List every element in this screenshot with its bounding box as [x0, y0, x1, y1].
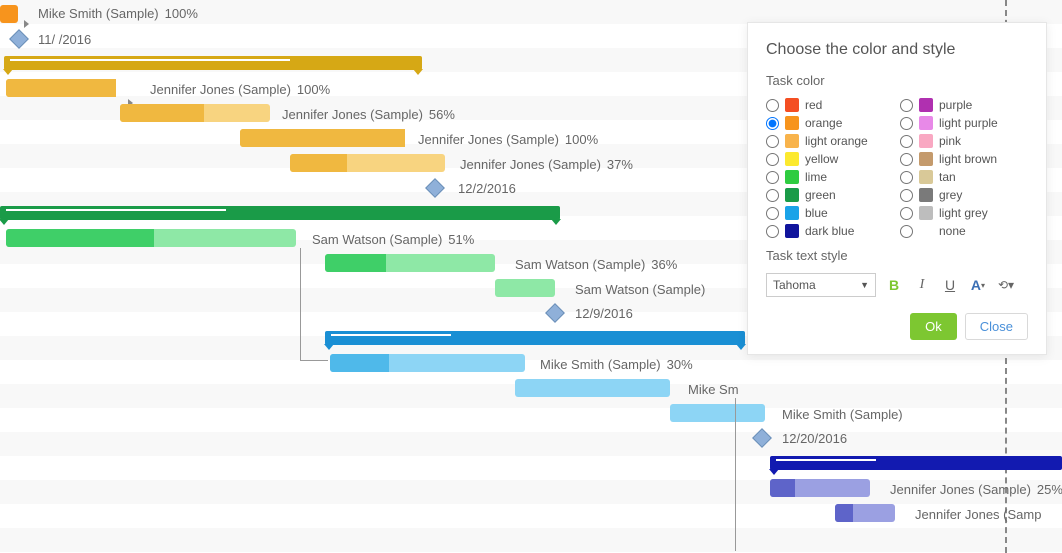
- task-color-label: Task color: [766, 73, 1028, 88]
- color-grid: red purple orange light purple light ora…: [766, 98, 1028, 238]
- milestone-date: 12/2/2016: [458, 181, 516, 196]
- task-bar[interactable]: [290, 154, 445, 172]
- color-option-none[interactable]: none: [900, 224, 1028, 238]
- summary-bar[interactable]: [325, 331, 745, 345]
- task-bar[interactable]: [6, 79, 116, 97]
- color-style-panel: Choose the color and style Task color re…: [747, 22, 1047, 355]
- italic-button[interactable]: I: [912, 275, 932, 295]
- text-style-row: Tahoma▼ B I U A▾ ⟲▾: [766, 273, 1028, 297]
- color-option-light-purple[interactable]: light purple: [900, 116, 1028, 130]
- color-option-purple[interactable]: purple: [900, 98, 1028, 112]
- underline-button[interactable]: U: [940, 275, 960, 295]
- task-label: Jennifer Jones (Sample)100%: [150, 82, 330, 97]
- milestone-date: 11/ /2016: [38, 32, 91, 47]
- task-label: Jennifer Jones (Sample)25%: [890, 482, 1062, 497]
- color-option-light-orange[interactable]: light orange: [766, 134, 894, 148]
- task-bar[interactable]: [515, 379, 670, 397]
- color-option-green[interactable]: green: [766, 188, 894, 202]
- task-label: Mike Sm: [688, 382, 739, 397]
- task-bar[interactable]: [835, 504, 895, 522]
- summary-bar[interactable]: [770, 456, 1062, 470]
- close-button[interactable]: Close: [965, 313, 1028, 340]
- task-bar[interactable]: [670, 404, 765, 422]
- task-bar[interactable]: [0, 5, 18, 23]
- color-option-grey[interactable]: grey: [900, 188, 1028, 202]
- task-label: Sam Watson (Sample): [575, 282, 705, 297]
- milestone-marker[interactable]: [9, 29, 29, 49]
- task-text-style-label: Task text style: [766, 248, 1028, 263]
- milestone-marker[interactable]: [752, 428, 772, 448]
- panel-title: Choose the color and style: [766, 41, 1028, 59]
- task-bar[interactable]: [770, 479, 870, 497]
- task-label: Mike Smith (Sample)30%: [540, 357, 693, 372]
- task-bar[interactable]: [240, 129, 405, 147]
- task-label: Jennifer Jones (Samp: [915, 507, 1041, 522]
- summary-bar[interactable]: [0, 206, 560, 220]
- clear-format-button[interactable]: ⟲▾: [996, 275, 1016, 295]
- task-label: Jennifer Jones (Sample)100%: [418, 132, 598, 147]
- task-bar[interactable]: [330, 354, 525, 372]
- milestone-marker[interactable]: [425, 178, 445, 198]
- task-bar[interactable]: [325, 254, 495, 272]
- task-label: Sam Watson (Sample)51%: [312, 232, 474, 247]
- task-label: Jennifer Jones (Sample)56%: [282, 107, 455, 122]
- panel-buttons: Ok Close: [766, 313, 1028, 340]
- task-label: Sam Watson (Sample)36%: [515, 257, 677, 272]
- color-option-dark-blue[interactable]: dark blue: [766, 224, 894, 238]
- chevron-down-icon: ▼: [860, 280, 869, 290]
- color-option-light-grey[interactable]: light grey: [900, 206, 1028, 220]
- color-option-light-brown[interactable]: light brown: [900, 152, 1028, 166]
- color-option-red[interactable]: red: [766, 98, 894, 112]
- color-option-tan[interactable]: tan: [900, 170, 1028, 184]
- milestone-date: 12/9/2016: [575, 306, 633, 321]
- task-label: Jennifer Jones (Sample)37%: [460, 157, 633, 172]
- milestone-marker[interactable]: [545, 303, 565, 323]
- task-label: Mike Smith (Sample)100%: [38, 6, 198, 21]
- color-option-lime[interactable]: lime: [766, 170, 894, 184]
- color-option-orange[interactable]: orange: [766, 116, 894, 130]
- task-bar[interactable]: [495, 279, 555, 297]
- dependency-link: [300, 360, 328, 361]
- color-option-yellow[interactable]: yellow: [766, 152, 894, 166]
- summary-bar[interactable]: [4, 56, 422, 70]
- task-label: Mike Smith (Sample): [782, 407, 903, 422]
- font-color-button[interactable]: A▾: [968, 275, 988, 295]
- dependency-link: [300, 248, 301, 360]
- dependency-arrow: [24, 20, 29, 28]
- font-select[interactable]: Tahoma▼: [766, 273, 876, 297]
- bold-button[interactable]: B: [884, 275, 904, 295]
- ok-button[interactable]: Ok: [910, 313, 957, 340]
- milestone-date: 12/20/2016: [782, 431, 847, 446]
- color-option-blue[interactable]: blue: [766, 206, 894, 220]
- color-option-pink[interactable]: pink: [900, 134, 1028, 148]
- dependency-link: [735, 398, 736, 551]
- task-bar[interactable]: [6, 229, 296, 247]
- task-bar[interactable]: [120, 104, 270, 122]
